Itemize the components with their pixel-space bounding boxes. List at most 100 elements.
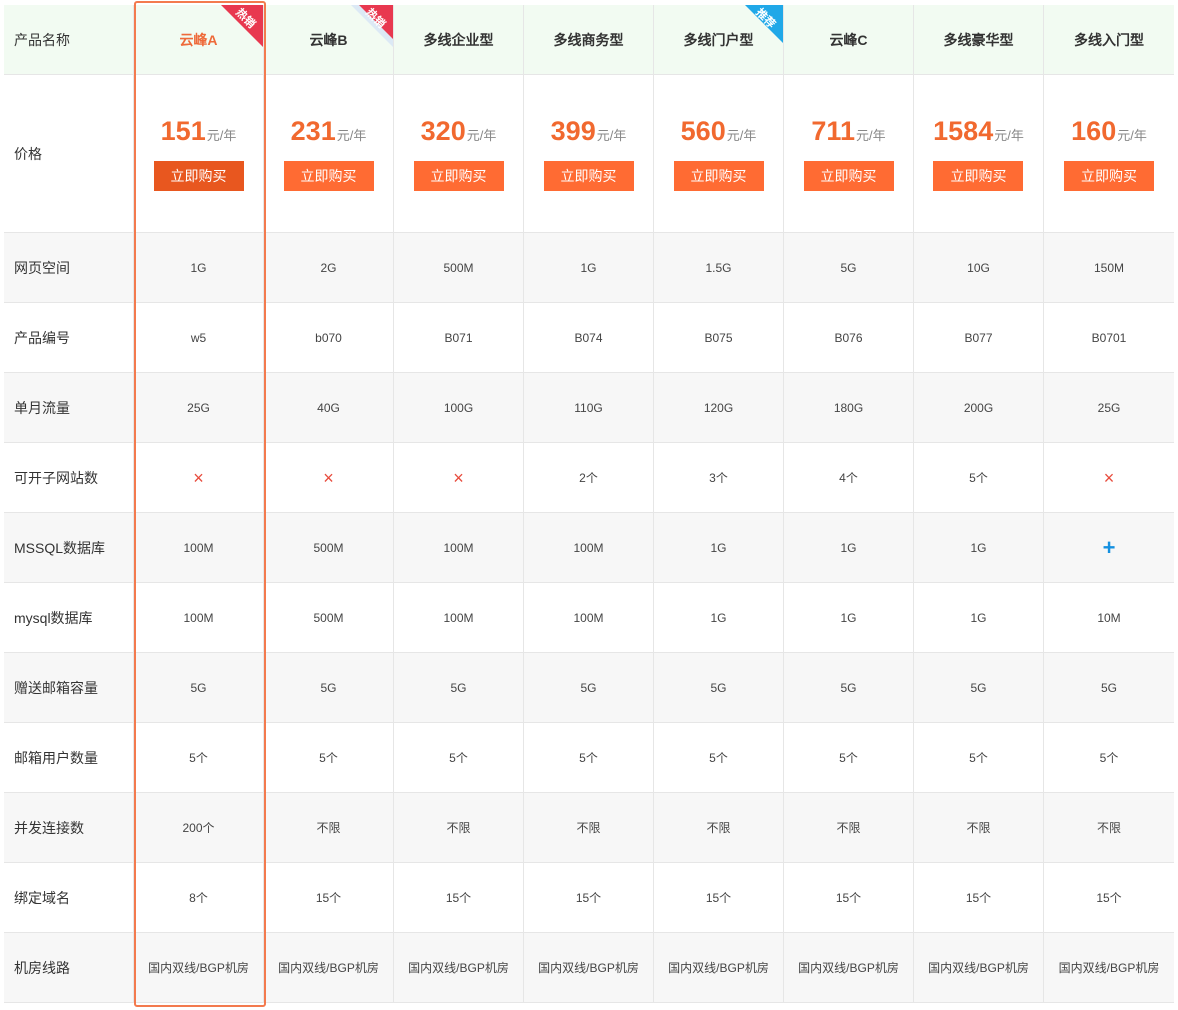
cross-icon: ×: [323, 467, 334, 488]
spec-value: 100M: [134, 513, 264, 582]
spec-value: w5: [134, 303, 264, 372]
spec-value: 1G: [914, 513, 1044, 582]
comparison-table: 产品名称 云峰A 热销 云峰B 热销 多线企业型 多线商务型 多线门户型 推荐 …: [4, 5, 1174, 1003]
spec-value: 国内双线/BGP机房: [654, 933, 784, 1002]
spec-value: 5个: [654, 723, 784, 792]
buy-now-button[interactable]: 立即购买: [673, 161, 764, 191]
spec-value: 4个: [784, 443, 914, 512]
price-cell: 151 元/年 立即购买: [134, 75, 264, 232]
product-name-text: 多线企业型: [423, 31, 494, 48]
spec-row-space: 网页空间 1G 2G 500M 1G 1.5G 5G 10G 150M: [4, 233, 1174, 303]
price-row: 价格 151 元/年 立即购买 231 元/年 立即购买 320 元/年 立即购买 3…: [4, 75, 1174, 233]
price-unit: 元/年: [596, 128, 627, 143]
spec-value: 10M: [1097, 610, 1121, 625]
product-name-4: 多线门户型 推荐: [654, 5, 784, 74]
product-name-text: 多线入门型: [1074, 31, 1144, 48]
spec-value: 5G: [784, 653, 914, 722]
row-label-domains: 绑定域名: [4, 863, 134, 932]
spec-value: 110G: [524, 373, 654, 442]
spec-value: 500M: [394, 233, 524, 302]
spec-value: 25G: [1097, 400, 1121, 415]
spec-value: ×: [264, 443, 394, 512]
plus-icon: +: [1102, 534, 1116, 560]
cross-icon: ×: [193, 467, 204, 488]
product-name-text: 多线豪华型: [943, 31, 1014, 48]
spec-value: 1G: [134, 233, 264, 302]
price-value: 399: [550, 116, 596, 146]
row-label-sites: 可开子网站数: [4, 443, 134, 512]
spec-value: 100G: [394, 373, 524, 442]
spec-value: 100M: [394, 583, 524, 652]
spec-value: 180G: [784, 373, 914, 442]
spec-value: 5个: [134, 723, 264, 792]
spec-value: 2个: [524, 443, 654, 512]
cross-icon: ×: [1103, 467, 1115, 488]
spec-value: 5G: [524, 653, 654, 722]
spec-value: 200个: [134, 793, 264, 862]
buy-now-button[interactable]: 立即购买: [153, 161, 244, 191]
spec-value: 15个: [784, 863, 914, 932]
spec-value: 5G: [914, 653, 1044, 722]
spec-value: 120G: [654, 373, 784, 442]
spec-value: 不限: [264, 793, 394, 862]
product-name-5: 云峰C: [784, 5, 914, 74]
spec-value: 1G: [784, 513, 914, 582]
spec-value: 不限: [1096, 821, 1121, 835]
product-name-text: 云峰A: [179, 31, 218, 48]
spec-row-traffic: 单月流量 25G 40G 100G 110G 120G 180G 200G 25…: [4, 373, 1174, 443]
price-value: 320: [420, 116, 466, 146]
spec-value: 国内双线/BGP机房: [914, 933, 1044, 1002]
price-value: 160: [1071, 116, 1117, 146]
product-name-6: 多线豪华型: [914, 5, 1044, 74]
spec-value: 5G: [264, 653, 394, 722]
spec-row-code: 产品编号 w5 b070 B071 B074 B075 B076 B077 B0…: [4, 303, 1174, 373]
spec-value: 5个: [914, 443, 1044, 512]
price-cell: 231 元/年 立即购买: [264, 75, 394, 232]
spec-value: 5G: [1100, 680, 1117, 695]
spec-value: 150M: [1093, 260, 1125, 275]
spec-value: 1G: [524, 233, 654, 302]
spec-value: 2G: [264, 233, 394, 302]
spec-value: 国内双线/BGP机房: [524, 933, 654, 1002]
price-value: 1584: [933, 116, 994, 146]
spec-row-mail-users: 邮箱用户数量 5个 5个 5个 5个 5个 5个 5个 5个: [4, 723, 1174, 793]
price-unit: 元/年: [466, 128, 497, 143]
product-name-3: 多线商务型: [524, 5, 654, 74]
row-label-space: 网页空间: [4, 233, 134, 302]
spec-value: B077: [914, 303, 1044, 372]
price-unit: 元/年: [994, 128, 1024, 143]
spec-value: ×: [394, 443, 524, 512]
buy-now-button[interactable]: 立即购买: [933, 161, 1024, 191]
spec-value: 5G: [654, 653, 784, 722]
product-name-2: 多线企业型: [394, 5, 524, 74]
hot-ribbon-badge: 热销: [351, 5, 393, 47]
product-name-0: 云峰A 热销: [134, 5, 264, 74]
spec-value: 500M: [264, 583, 394, 652]
spec-value: b070: [264, 303, 394, 372]
spec-value: 不限: [394, 793, 524, 862]
buy-now-button[interactable]: 立即购买: [803, 161, 894, 191]
spec-value: 5个: [1099, 751, 1119, 765]
spec-value: 25G: [134, 373, 264, 442]
spec-row-sites: 可开子网站数 × × × 2个 3个 4个 5个 ×: [4, 443, 1174, 513]
product-name-7: 多线入门型: [1044, 5, 1174, 74]
buy-now-button[interactable]: 立即购买: [1064, 161, 1154, 191]
spec-value: 40G: [264, 373, 394, 442]
spec-value: 5个: [914, 723, 1044, 792]
spec-value: 3个: [654, 443, 784, 512]
spec-value: 5G: [394, 653, 524, 722]
buy-now-button[interactable]: 立即购买: [413, 161, 504, 191]
spec-row-mssql: MSSQL数据库 100M 500M 100M 100M 1G 1G 1G +: [4, 513, 1174, 583]
spec-value: 国内双线/BGP机房: [784, 933, 914, 1002]
spec-value: 国内双线/BGP机房: [1058, 961, 1160, 975]
spec-value: 15个: [654, 863, 784, 932]
buy-now-button[interactable]: 立即购买: [543, 161, 634, 191]
product-name-text: 云峰C: [829, 31, 868, 48]
spec-value: 15个: [1096, 891, 1122, 905]
buy-now-button[interactable]: 立即购买: [283, 161, 374, 191]
price-cell: 160 元/年 立即购买: [1044, 75, 1174, 232]
row-label-traffic: 单月流量: [4, 373, 134, 442]
spec-value: ×: [134, 443, 264, 512]
price-cell: 399 元/年 立即购买: [524, 75, 654, 232]
hot-ribbon-badge: 热销: [221, 5, 263, 47]
